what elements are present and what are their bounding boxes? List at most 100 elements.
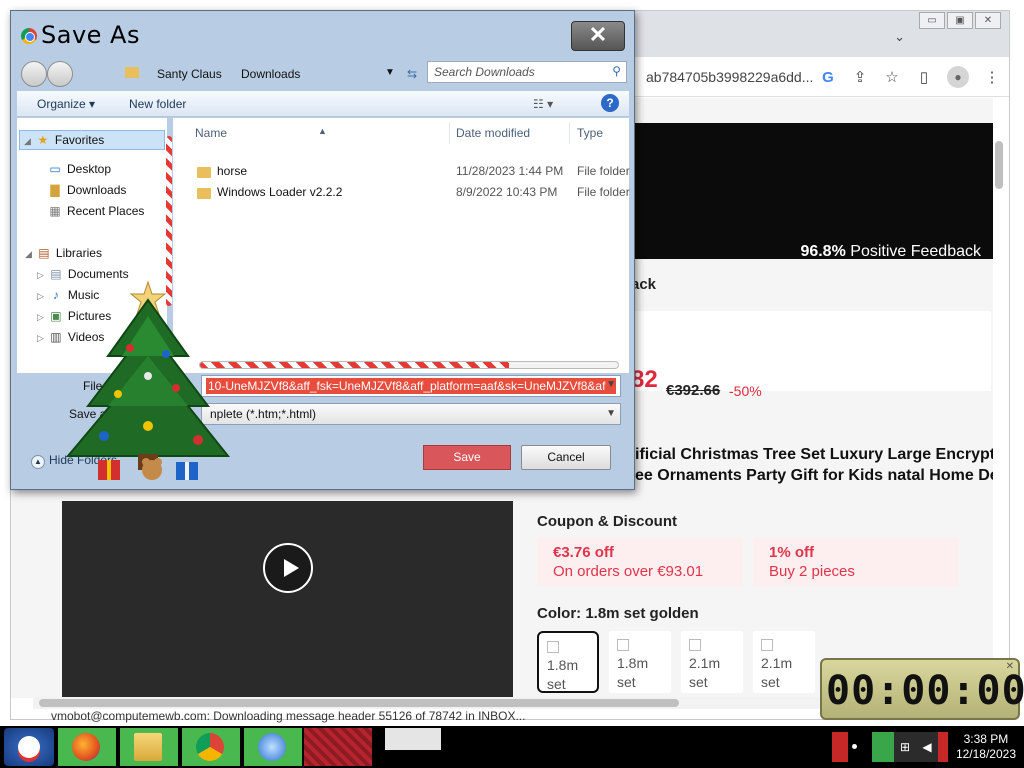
- organize-button[interactable]: Organize ▾: [37, 97, 95, 111]
- taskbar-explorer[interactable]: [120, 728, 178, 766]
- tray-red-icon[interactable]: [938, 732, 948, 762]
- savetype-select[interactable]: nplete (*.htm;*.html) ▼: [201, 403, 621, 425]
- start-button[interactable]: [4, 728, 54, 766]
- expand-arrow-icon[interactable]: ◢: [25, 249, 32, 259]
- view-options-icon[interactable]: ☷ ▾: [533, 97, 553, 111]
- cancel-button[interactable]: Cancel: [521, 445, 611, 470]
- broken-image-icon: [547, 641, 559, 654]
- dialog-close-button[interactable]: ✕: [571, 21, 625, 51]
- bookmark-star-icon[interactable]: ☆: [883, 68, 901, 86]
- recent-places-icon: ▦: [49, 204, 61, 218]
- search-icon[interactable]: ⚲: [612, 64, 621, 78]
- clock-date: 12/18/2023: [955, 747, 1016, 761]
- tab-search-icon[interactable]: ⌄: [894, 29, 905, 45]
- play-icon[interactable]: [263, 543, 313, 593]
- share-icon[interactable]: ⇪: [851, 68, 869, 86]
- side-panel-icon[interactable]: ▯: [915, 68, 933, 86]
- color-swatch[interactable]: 1.8m set golden: [609, 631, 671, 693]
- color-swatch[interactable]: 2.1m set golden: [681, 631, 743, 693]
- vertical-scrollbar[interactable]: [993, 125, 1005, 685]
- coupon-card[interactable]: 1% off Buy 2 pieces: [753, 538, 959, 586]
- sort-arrow-icon: ▲: [318, 126, 327, 136]
- swatch-line: 1.8m: [617, 655, 649, 671]
- coupon-heading: Coupon & Discount: [537, 513, 677, 530]
- nav-item-desktop[interactable]: ▭ Desktop: [47, 162, 111, 176]
- taskbar-firefox[interactable]: [58, 728, 116, 766]
- original-price: €392.66: [666, 382, 721, 399]
- nav-favorites[interactable]: ◢ ★ Favorites: [19, 130, 165, 150]
- color-swatch[interactable]: 1.8m set golden: [537, 631, 599, 693]
- column-divider[interactable]: [449, 122, 450, 144]
- taskbar-blank-button[interactable]: [385, 728, 441, 750]
- search-input[interactable]: Search Downloads ⚲: [427, 61, 627, 83]
- expand-arrow-icon[interactable]: ◢: [24, 136, 31, 146]
- taskbar-thunderbird[interactable]: [244, 728, 302, 766]
- broken-image-icon: [617, 639, 629, 652]
- scroll-thumb[interactable]: [995, 141, 1003, 189]
- tray-dot-icon[interactable]: [850, 732, 858, 762]
- nav-item-recent-places[interactable]: ▦ Recent Places: [47, 204, 144, 218]
- filename-input[interactable]: 10-UneMJZVf8&aff_fsk=UneMJZVf8&aff_platf…: [201, 375, 621, 397]
- expand-arrow-icon[interactable]: ▷: [37, 333, 44, 343]
- new-folder-button[interactable]: New folder: [129, 97, 186, 111]
- save-button[interactable]: Save: [423, 445, 511, 470]
- scroll-thumb[interactable]: [39, 699, 679, 707]
- clock-time: 3:38 PM: [963, 732, 1009, 746]
- chevron-down-icon[interactable]: ▼: [606, 408, 616, 419]
- stopwatch-digits: 00:00:00: [826, 668, 1024, 714]
- scroll-progress-bar[interactable]: [199, 361, 619, 369]
- forward-button[interactable]: [47, 61, 73, 87]
- column-header-type[interactable]: Type: [577, 126, 603, 140]
- current-price: 82: [631, 366, 658, 393]
- chrome-icon: [196, 733, 224, 761]
- breadcrumb-item[interactable]: Santy Claus: [157, 67, 222, 81]
- chevron-down-icon[interactable]: ▼: [385, 67, 395, 78]
- help-icon[interactable]: ?: [601, 94, 619, 112]
- nav-label: Downloads: [67, 183, 127, 197]
- feedback-label: Positive Feedback: [850, 243, 981, 260]
- broken-image-icon: [761, 639, 773, 652]
- column-header-date[interactable]: Date modified: [456, 126, 530, 140]
- action-center-icon[interactable]: [872, 732, 894, 762]
- file-row[interactable]: horse 11/28/2023 1:44 PM File folder: [173, 161, 630, 181]
- column-divider[interactable]: [569, 122, 570, 144]
- column-header-name[interactable]: Name: [195, 126, 227, 140]
- url-text[interactable]: ab784705b3998229a6dd...: [646, 69, 813, 85]
- minimize-button[interactable]: ▭: [919, 12, 945, 29]
- google-lens-icon[interactable]: G: [819, 69, 837, 86]
- coupon-card[interactable]: €3.76 off On orders over €93.01: [537, 538, 743, 586]
- refresh-icon[interactable]: ⇆: [407, 67, 417, 81]
- nav-item-downloads[interactable]: ▇ Downloads: [47, 183, 126, 197]
- expand-arrow-icon[interactable]: ▷: [37, 270, 44, 280]
- profile-avatar-icon[interactable]: ●: [947, 66, 969, 88]
- stopwatch-widget[interactable]: 00:00:00 ✕: [820, 658, 1024, 720]
- nav-label: Favorites: [54, 133, 105, 147]
- file-type: File folder: [577, 164, 630, 178]
- status-bar-text: vmobot@computemewb.com: Downloading mess…: [51, 709, 526, 723]
- chevron-down-icon[interactable]: ▼: [606, 379, 616, 390]
- close-window-button[interactable]: ✕: [975, 12, 1001, 29]
- file-name: horse: [217, 164, 248, 178]
- maximize-button[interactable]: ▣: [947, 12, 973, 29]
- taskbar-active-app[interactable]: [304, 728, 372, 766]
- file-row[interactable]: Windows Loader v2.2.2 8/9/2022 10:43 PM …: [173, 182, 630, 202]
- volume-icon[interactable]: ◀: [916, 732, 938, 762]
- dialog-title-bar[interactable]: Save As ✕: [11, 11, 634, 57]
- dialog-nav-row: Santy Claus Downloads ▼ ⇆ Search Downloa…: [17, 61, 629, 89]
- coupon-condition: Buy 2 pieces: [769, 563, 855, 580]
- file-date: 8/9/2022 10:43 PM: [456, 185, 558, 199]
- color-swatch[interactable]: 2.1m set golden: [753, 631, 815, 693]
- taskbar-chrome[interactable]: [182, 728, 240, 766]
- back-button[interactable]: [21, 61, 47, 87]
- menu-kebab-icon[interactable]: ⋮: [983, 68, 1001, 86]
- network-icon[interactable]: ⊞: [894, 732, 916, 762]
- chrome-logo-icon: [21, 28, 37, 44]
- taskbar-clock[interactable]: 3:38 PM 12/18/2023: [956, 732, 1016, 762]
- close-icon[interactable]: ✕: [1006, 661, 1014, 672]
- breadcrumb-item[interactable]: Downloads: [241, 67, 300, 81]
- tray-flag-icon[interactable]: [832, 732, 848, 762]
- expand-arrow-icon[interactable]: ▷: [37, 312, 44, 322]
- dialog-title: Save As: [41, 21, 140, 49]
- product-video[interactable]: [62, 501, 513, 698]
- expand-arrow-icon[interactable]: ▷: [37, 291, 44, 301]
